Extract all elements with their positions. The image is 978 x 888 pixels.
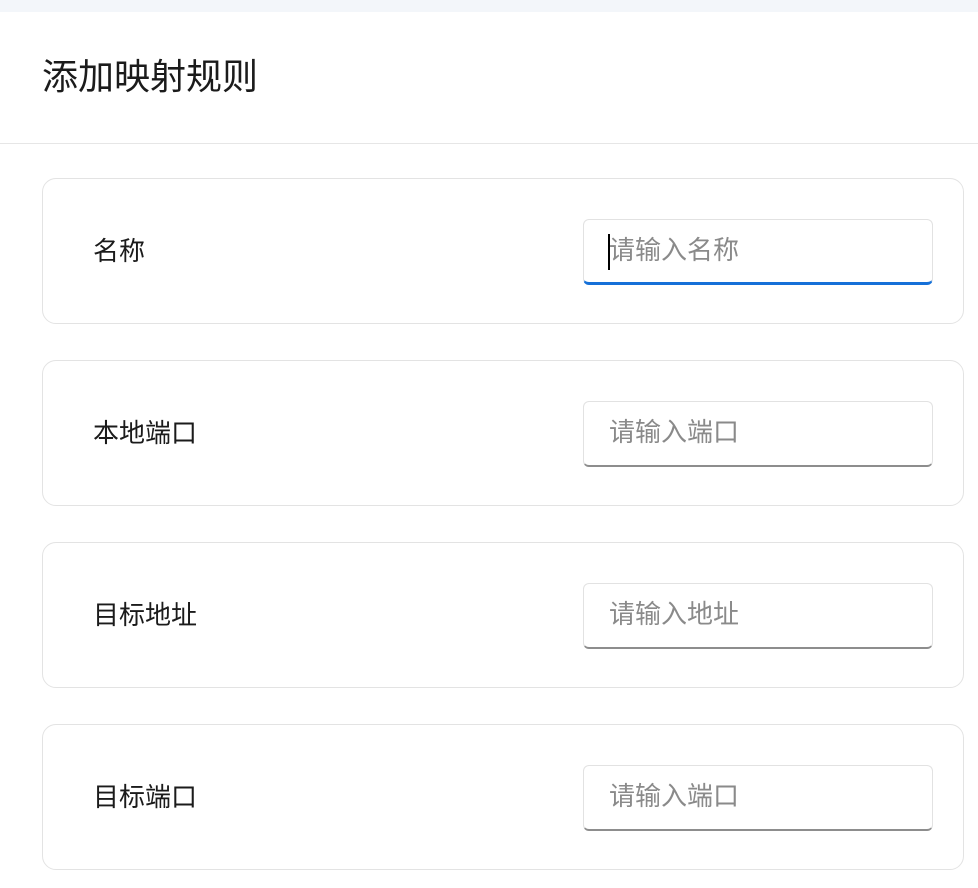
local-port-field-card: 本地端口	[42, 360, 964, 506]
text-caret	[608, 234, 610, 270]
dialog-title: 添加映射规则	[42, 57, 259, 98]
dialog-header: 添加映射规则	[0, 12, 978, 144]
target-address-input-wrapper[interactable]	[583, 583, 933, 649]
name-label: 名称	[93, 237, 146, 267]
name-field-card: 名称	[42, 178, 964, 324]
target-port-input-wrapper[interactable]	[583, 765, 933, 831]
target-address-field-card: 目标地址	[42, 542, 964, 688]
window-top-strip	[0, 0, 978, 12]
target-port-field-card: 目标端口	[42, 724, 964, 870]
local-port-label: 本地端口	[93, 419, 198, 449]
name-input[interactable]	[609, 220, 932, 282]
name-input-wrapper[interactable]	[583, 219, 933, 285]
local-port-input[interactable]	[609, 402, 932, 464]
target-port-input[interactable]	[609, 766, 932, 828]
target-address-input[interactable]	[609, 584, 932, 646]
target-port-label: 目标端口	[93, 783, 198, 813]
local-port-input-wrapper[interactable]	[583, 401, 933, 467]
target-address-label: 目标地址	[93, 601, 198, 631]
